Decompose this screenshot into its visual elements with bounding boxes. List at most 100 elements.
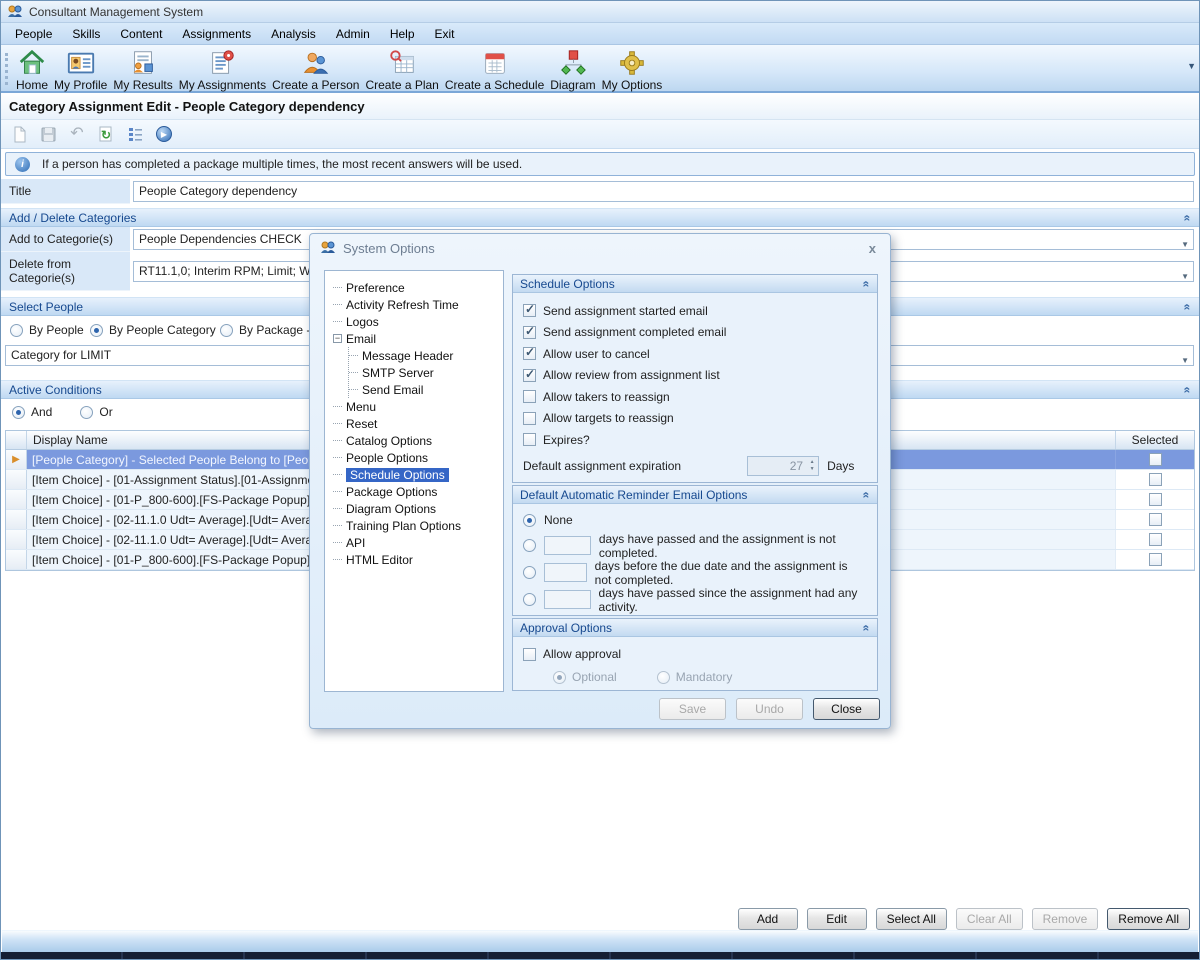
remove-all-button[interactable]: Remove All	[1107, 908, 1190, 930]
collapse-icon[interactable]: «	[1181, 386, 1195, 393]
reminder-days-input[interactable]	[544, 536, 591, 555]
row-selected-checkbox[interactable]	[1149, 493, 1162, 506]
toolbar-grip[interactable]	[5, 53, 8, 85]
tree-item-smtp-server[interactable]: SMTP Server	[349, 364, 501, 381]
menu-people[interactable]: People	[5, 24, 62, 44]
tree-item-html-editor[interactable]: HTML Editor	[333, 551, 501, 568]
collapse-icon[interactable]: «	[860, 280, 874, 287]
radio-reminder-before-due[interactable]: days before the due date and the assignm…	[523, 559, 867, 586]
close-icon[interactable]: x	[865, 241, 880, 256]
row-indicator-header	[6, 431, 27, 449]
menu-help[interactable]: Help	[380, 24, 425, 44]
edit-button[interactable]: Edit	[807, 908, 867, 930]
title-row: Title People Category dependency	[1, 179, 1199, 204]
delete-from-categories-label: Delete from Categorie(s)	[1, 252, 130, 291]
radio-reminder-no-activity[interactable]: days have passed since the assignment ha…	[523, 586, 867, 613]
title-input[interactable]: People Category dependency	[133, 181, 1194, 202]
dropdown-arrow-icon[interactable]: ▼	[1181, 267, 1189, 282]
clear-all-button: Clear All	[956, 908, 1023, 930]
profile-icon	[66, 48, 96, 78]
collapse-icon[interactable]: «	[1181, 303, 1195, 310]
dropdown-arrow-icon[interactable]: ▼	[1181, 235, 1189, 250]
list-icon[interactable]	[124, 123, 146, 145]
reminder-days-input[interactable]	[544, 590, 591, 609]
add-button[interactable]: Add	[738, 908, 798, 930]
menu-assignments[interactable]: Assignments	[172, 24, 261, 44]
radio-by-people[interactable]: By People	[10, 323, 90, 337]
close-button[interactable]: Close	[813, 698, 880, 720]
undo-icon[interactable]: ↶	[66, 123, 88, 145]
footer-buttons: Add Edit Select All Clear All Remove Rem…	[738, 908, 1190, 930]
toolbar-home[interactable]: Home	[13, 47, 51, 93]
collapse-icon[interactable]: «	[860, 624, 874, 631]
tree-item-api[interactable]: API	[333, 534, 501, 551]
select-all-button[interactable]: Select All	[876, 908, 947, 930]
tree-item-email[interactable]: Email	[333, 330, 501, 347]
row-selected-checkbox[interactable]	[1149, 553, 1162, 566]
menu-admin[interactable]: Admin	[326, 24, 380, 44]
row-selected-checkbox[interactable]	[1149, 473, 1162, 486]
dropdown-arrow-icon[interactable]: ▼	[1181, 351, 1189, 366]
radio-reminder-none[interactable]: None	[523, 508, 867, 532]
menu-content[interactable]: Content	[110, 24, 172, 44]
menu-exit[interactable]: Exit	[425, 24, 465, 44]
reminder-options-section: Default Automatic Reminder Email Options…	[512, 485, 878, 616]
menu-skills[interactable]: Skills	[62, 24, 110, 44]
collapse-icon[interactable]: «	[1181, 214, 1195, 221]
toolbar-my-results[interactable]: My Results	[110, 47, 175, 93]
toolbar-diagram[interactable]: Diagram	[547, 47, 598, 93]
radio-reminder-days-passed[interactable]: days have passed and the assignment is n…	[523, 532, 867, 559]
selected-column-header[interactable]: Selected	[1116, 431, 1194, 449]
checkbox-send-completed-email[interactable]: Send assignment completed email	[523, 322, 867, 344]
add-to-categories-label: Add to Categorie(s)	[1, 227, 130, 252]
row-selected-checkbox[interactable]	[1149, 453, 1162, 466]
checkbox-allow-review[interactable]: Allow review from assignment list	[523, 365, 867, 387]
tree-item-training-plan-options[interactable]: Training Plan Options	[333, 517, 501, 534]
save-icon[interactable]	[37, 123, 59, 145]
tree-item-activity-refresh-time[interactable]: Activity Refresh Time	[333, 296, 501, 313]
tree-item-catalog-options[interactable]: Catalog Options	[333, 432, 501, 449]
collapse-minus-icon[interactable]	[333, 334, 342, 343]
menu-analysis[interactable]: Analysis	[261, 24, 326, 44]
toolbar-create-schedule[interactable]: Create a Schedule	[442, 47, 547, 93]
toolbar-my-assignments[interactable]: My Assignments	[176, 47, 269, 93]
refresh-icon[interactable]: ↻	[95, 123, 117, 145]
run-icon[interactable]: ▶	[153, 123, 175, 145]
row-selected-checkbox[interactable]	[1149, 533, 1162, 546]
radio-and[interactable]: And	[12, 405, 52, 419]
app-window: Consultant Management System People Skil…	[0, 0, 1200, 960]
tree-item-menu[interactable]: Menu	[333, 398, 501, 415]
checkbox-allow-user-cancel[interactable]: Allow user to cancel	[523, 343, 867, 365]
tree-item-preference[interactable]: Preference	[333, 279, 501, 296]
tree-item-schedule-options[interactable]: Schedule Options	[333, 466, 501, 483]
spinner-arrows-icon[interactable]: ▲▼	[806, 459, 818, 473]
checkbox-expires[interactable]: Expires?	[523, 429, 867, 451]
results-icon	[128, 48, 158, 78]
radio-or[interactable]: Or	[80, 405, 112, 419]
reminder-days-input[interactable]	[544, 563, 587, 582]
tree-item-package-options[interactable]: Package Options	[333, 483, 501, 500]
row-selected-checkbox[interactable]	[1149, 513, 1162, 526]
checkbox-allow-takers-reassign[interactable]: Allow takers to reassign	[523, 386, 867, 408]
tree-item-message-header[interactable]: Message Header	[349, 347, 501, 364]
collapse-icon[interactable]: «	[860, 491, 874, 498]
toolbar-create-person[interactable]: Create a Person	[269, 47, 362, 93]
tree-item-diagram-options[interactable]: Diagram Options	[333, 500, 501, 517]
dialog-buttons: Save Undo Close	[659, 698, 880, 720]
tree-item-send-email[interactable]: Send Email	[349, 381, 501, 398]
toolbar-overflow-icon[interactable]: ▼	[1187, 61, 1196, 71]
checkbox-send-started-email[interactable]: Send assignment started email	[523, 300, 867, 322]
tree-item-reset[interactable]: Reset	[333, 415, 501, 432]
new-document-icon[interactable]	[8, 123, 30, 145]
dialog-title-bar[interactable]: System Options x	[310, 234, 890, 262]
info-bar: i If a person has completed a package mu…	[5, 152, 1195, 176]
expiration-spinner[interactable]: 27 ▲▼	[747, 456, 819, 476]
tree-item-logos[interactable]: Logos	[333, 313, 501, 330]
checkbox-allow-targets-reassign[interactable]: Allow targets to reassign	[523, 408, 867, 430]
toolbar-my-profile[interactable]: My Profile	[51, 47, 110, 93]
toolbar-create-plan[interactable]: Create a Plan	[362, 47, 441, 93]
toolbar-my-options[interactable]: My Options	[599, 47, 666, 93]
radio-by-people-category[interactable]: By People Category	[90, 323, 220, 337]
tree-item-people-options[interactable]: People Options	[333, 449, 501, 466]
checkbox-allow-approval[interactable]: Allow approval	[523, 644, 867, 664]
